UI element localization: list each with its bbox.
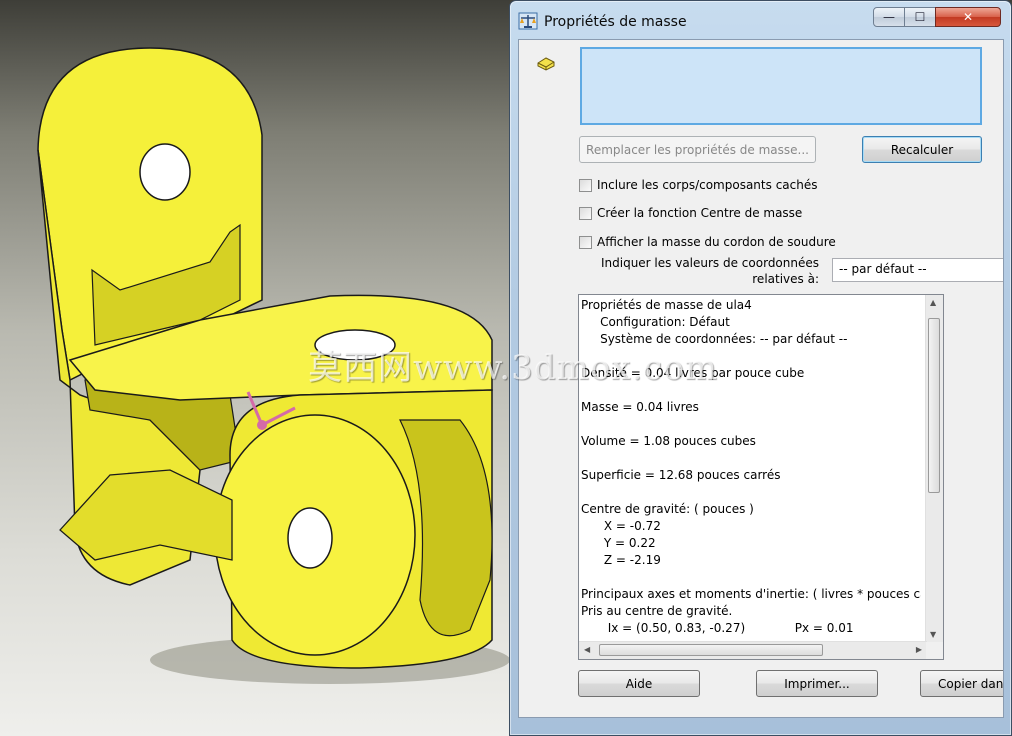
create-center-checkbox[interactable]	[579, 206, 592, 220]
horizontal-scrollbar[interactable]: ◀ ▶	[579, 641, 927, 659]
results-line: Principaux axes et moments d'inertie: ( …	[581, 587, 921, 601]
results-line: Propriétés de masse de ula4	[581, 298, 752, 312]
create-center-label: Créer la fonction Centre de masse	[597, 206, 803, 220]
show-weld-option[interactable]: Afficher la masse du cordon de soudure	[579, 235, 836, 249]
include-hidden-option[interactable]: Inclure les corps/composants cachés	[579, 178, 817, 192]
coordinate-label-line1: Indiquer les valeurs de coordonnées	[600, 256, 819, 270]
results-line: X = -0.72	[581, 519, 661, 533]
scrollbar-corner	[926, 642, 943, 659]
vertical-scrollbar[interactable]: ▲ ▼	[925, 295, 943, 642]
results-line	[581, 484, 921, 501]
scroll-up-arrow-icon[interactable]: ▲	[930, 298, 936, 307]
window-title: Propriétés de masse	[544, 14, 687, 30]
watermark-text: 莫西网www.3dmox.com	[308, 348, 718, 388]
results-line: Z = -2.19	[581, 553, 661, 567]
results-line: Volume = 1.08 pouces cubes	[581, 434, 756, 448]
balance-scale-icon	[518, 12, 538, 30]
minimize-button[interactable]: —	[873, 7, 905, 27]
recalculate-button[interactable]: Recalculer	[862, 136, 982, 163]
print-button[interactable]: Imprimer...	[756, 670, 878, 697]
help-button[interactable]: Aide	[578, 670, 700, 697]
scroll-right-arrow-icon[interactable]: ▶	[916, 645, 922, 654]
include-hidden-label: Inclure les corps/composants cachés	[597, 178, 818, 192]
include-hidden-checkbox[interactable]	[579, 178, 592, 192]
results-line: Centre de gravité: ( pouces )	[581, 502, 754, 516]
results-line: Masse = 0.04 livres	[581, 400, 699, 414]
results-line: Pris au centre de gravité.	[581, 604, 733, 618]
coordinate-system-label: Indiquer les valeurs de coordonnées rela…	[589, 255, 819, 287]
selection-list-box[interactable]	[580, 47, 982, 125]
results-line: Configuration: Défaut	[581, 315, 730, 329]
coordinate-system-select[interactable]: -- par défaut --	[832, 258, 1003, 282]
results-line	[581, 569, 921, 586]
results-line	[581, 450, 921, 467]
copy-to-clipboard-button[interactable]: Copier dan	[920, 670, 1003, 697]
results-line	[581, 416, 921, 433]
graphics-viewport[interactable]: 莫西网www.3dmox.com	[0, 0, 717, 736]
coordinate-label-line2: relatives à:	[752, 272, 819, 286]
show-weld-checkbox[interactable]	[579, 235, 592, 249]
override-mass-properties-button[interactable]: Remplacer les propriétés de masse...	[579, 136, 816, 163]
results-line: Superficie = 12.68 pouces carrés	[581, 468, 781, 482]
create-center-option[interactable]: Créer la fonction Centre de masse	[579, 206, 802, 220]
maximize-button[interactable]: ☐	[904, 7, 936, 27]
show-weld-label: Afficher la masse du cordon de soudure	[597, 235, 836, 249]
close-button[interactable]: ✕	[935, 7, 1001, 27]
scroll-left-arrow-icon[interactable]: ◀	[584, 645, 590, 654]
results-line: Ix = (0.50, 0.83, -0.27) Px = 0.01	[581, 621, 854, 635]
part-icon	[537, 57, 555, 71]
vertical-scroll-thumb[interactable]	[928, 318, 940, 493]
title-bar[interactable]: Propriétés de masse — ☐ ✕	[510, 1, 1011, 37]
scroll-down-arrow-icon[interactable]: ▼	[930, 630, 936, 639]
results-line: Y = 0.22	[581, 536, 656, 550]
horizontal-scroll-thumb[interactable]	[599, 644, 823, 656]
